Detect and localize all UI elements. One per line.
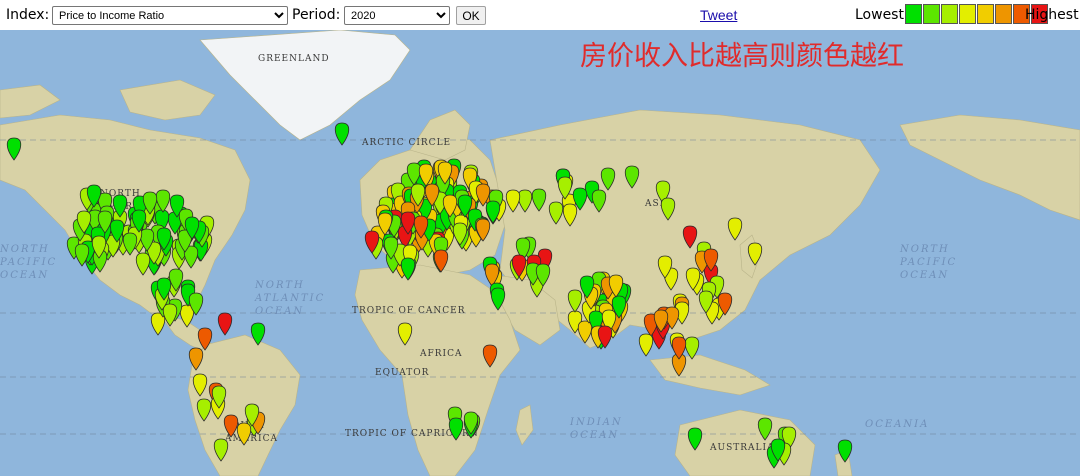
australia-label: AUSTRALIA (709, 443, 775, 453)
north-pacific-right-label: NORTH PACIFIC OCEAN (899, 244, 957, 281)
tropic-cancer-label: TROPIC OF CANCER (352, 306, 466, 316)
scale-swatch-4 (959, 4, 976, 24)
greenland-label: GREENLAND (258, 54, 330, 64)
period-select[interactable]: 2020 (344, 6, 450, 25)
index-label: Index: (6, 7, 50, 23)
annotation-text: 房价收入比越高则颜色越红 (580, 41, 904, 72)
map-canvas[interactable]: GREENLAND ARCTIC CIRCLE NORTH AMERICA NOR… (0, 30, 1080, 476)
equator-label: EQUATOR (375, 368, 429, 378)
scale-swatch-6 (995, 4, 1012, 24)
world-map[interactable]: GREENLAND ARCTIC CIRCLE NORTH AMERICA NOR… (0, 30, 1080, 476)
ok-button[interactable]: OK (456, 6, 486, 25)
legend-lowest-label: Lowest (855, 7, 904, 23)
scale-swatch-3 (941, 4, 958, 24)
toolbar: Index: Price to Income Ratio Period: 202… (0, 0, 1080, 30)
scale-swatch-5 (977, 4, 994, 24)
period-label: Period: (292, 7, 341, 23)
index-select[interactable]: Price to Income Ratio (52, 6, 288, 25)
north-pacific-left-label: NORTH PACIFIC OCEAN (0, 244, 57, 281)
scale-swatch-1 (905, 4, 922, 24)
scale-swatch-2 (923, 4, 940, 24)
tweet-link[interactable]: Tweet (700, 6, 737, 24)
legend-highest-label: Highest (1025, 7, 1079, 23)
oceania-label: OCEANIA (865, 419, 929, 430)
arctic-circle-label: ARCTIC CIRCLE (361, 138, 451, 148)
africa-label: AFRICA (419, 349, 462, 359)
